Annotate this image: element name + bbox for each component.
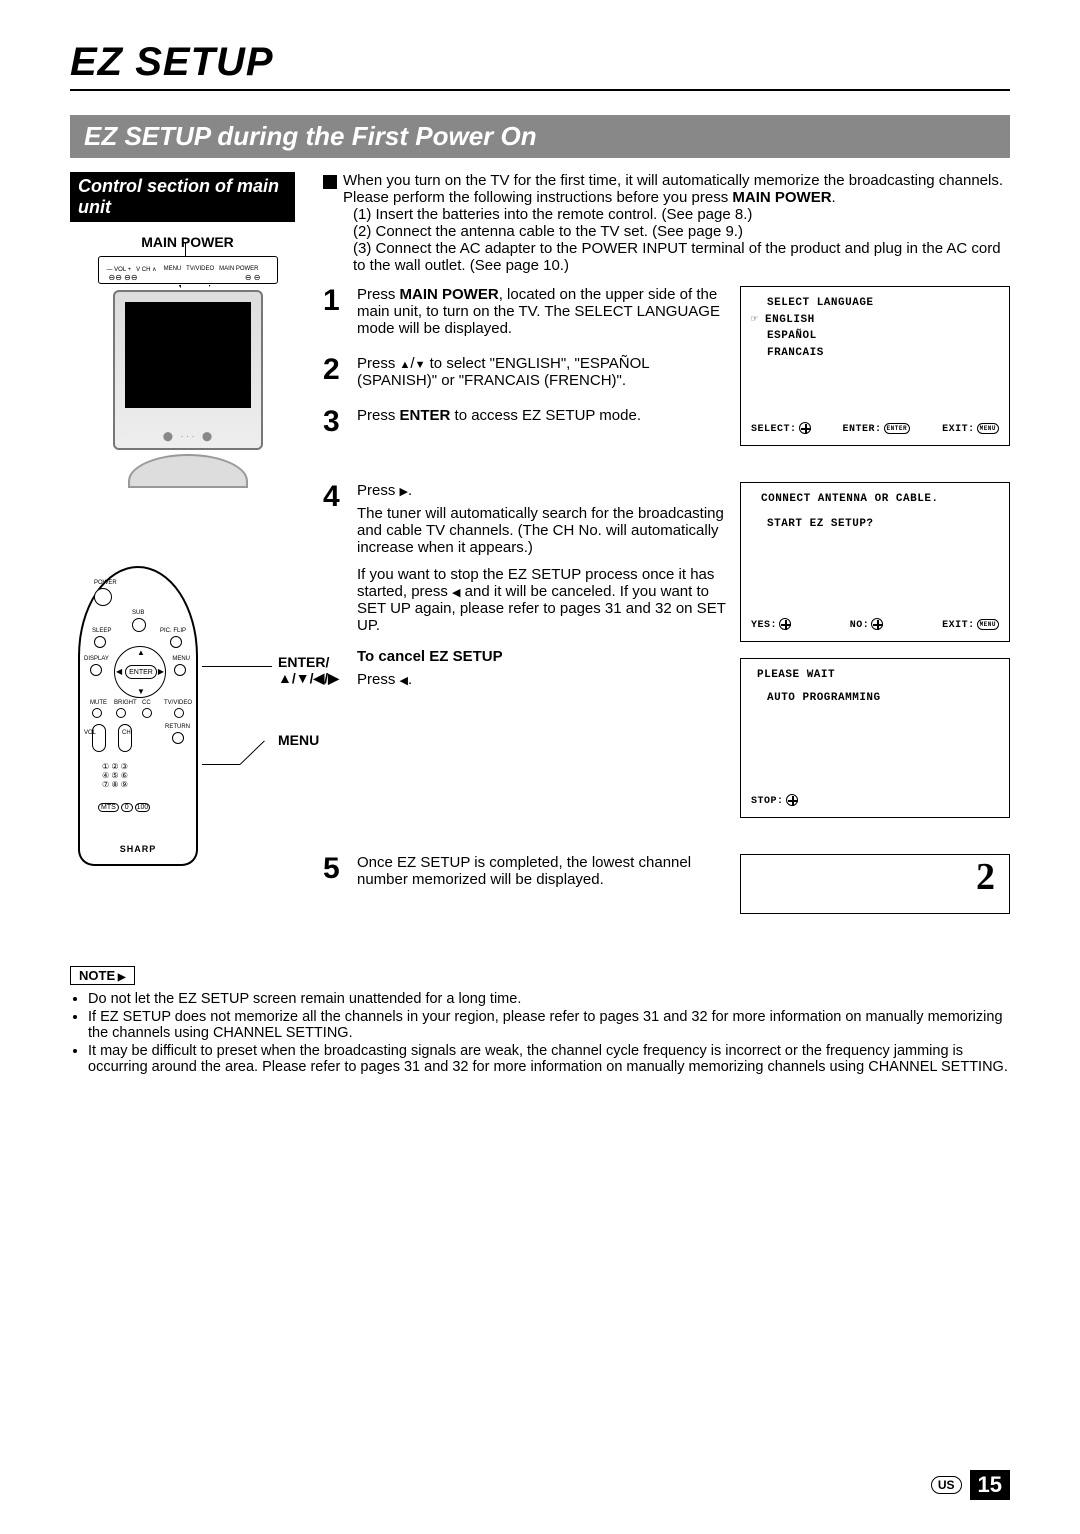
intro-sub-3: (3) Connect the AC adapter to the POWER … [353, 240, 1010, 274]
intro-sub-1: (1) Insert the batteries into the remote… [353, 206, 1010, 223]
tv-illustration: — VOL + V CH ∧ MENU TV/VIDEO MAIN POWER … [70, 256, 305, 526]
osd-please-wait: PLEASE WAIT AUTO PROGRAMMING STOP: [740, 658, 1010, 818]
bullet-square-icon [323, 175, 337, 189]
step-2-number: 2 [323, 355, 357, 389]
note-block: NOTE Do not let the EZ SETUP screen rema… [70, 966, 1010, 1075]
note-bullet-1: Do not let the EZ SETUP screen remain un… [88, 991, 1010, 1007]
right-area: When you turn on the TV for the first ti… [323, 172, 1010, 926]
step-3-text: Press ENTER to access EZ SETUP mode. [357, 407, 740, 437]
step-2-text: Press / to select "ENGLISH", "ESPAÑOL (S… [357, 355, 740, 389]
step-1-text: Press MAIN POWER, located on the upper s… [357, 286, 740, 337]
step-5-number: 5 [323, 854, 357, 888]
arrows-pointer-label: ▲/▼/◀/▶ [278, 670, 339, 687]
step-3-number: 3 [323, 407, 357, 437]
osd-select-language: SELECT LANGUAGE ☞ENGLISH ESPAÑOL FRANCAI… [740, 286, 1010, 446]
intro-line1: When you turn on the TV for the first ti… [343, 172, 1003, 189]
arrow-right-icon [400, 482, 408, 499]
page-number: 15 [970, 1470, 1010, 1500]
intro-block: When you turn on the TV for the first ti… [323, 172, 1010, 274]
control-section-label: Control section of main unit [70, 172, 295, 222]
osd-result-channel: 2 [740, 854, 1010, 914]
dpad-icon [779, 618, 791, 630]
arrow-left-icon [452, 583, 460, 600]
step-1-number: 1 [323, 286, 357, 337]
osd-connect-antenna: CONNECT ANTENNA OR CABLE. START EZ SETUP… [740, 482, 1010, 642]
dpad-icon [786, 794, 798, 806]
page-title: EZ SETUP [70, 40, 1010, 91]
arrow-up-icon [400, 355, 411, 372]
page-footer: US 15 [931, 1470, 1010, 1500]
note-chip: NOTE [70, 966, 135, 985]
note-bullet-2: If EZ SETUP does not memorize all the ch… [88, 1009, 1010, 1041]
arrow-down-icon [415, 355, 426, 372]
arrow-left-icon-2 [400, 671, 408, 688]
region-badge: US [931, 1476, 962, 1494]
remote-illustration: POWER SUB SLEEP PIC. FLIP DISPLAY ENTER … [70, 566, 305, 926]
step-4-text: Press . The tuner will automatically sea… [357, 482, 740, 688]
dpad-icon [799, 422, 811, 434]
menu-pointer-label: MENU [278, 732, 319, 748]
dpad-icon [871, 618, 883, 630]
intro-sub-2: (2) Connect the antenna cable to the TV … [353, 223, 1010, 240]
left-column: Control section of main unit MAIN POWER … [70, 172, 305, 926]
main-power-label: MAIN POWER [70, 234, 305, 250]
section-heading: EZ SETUP during the First Power On [70, 115, 1010, 158]
enter-pointer-label: ENTER/ [278, 654, 339, 670]
cancel-heading: To cancel EZ SETUP [357, 648, 503, 665]
note-bullet-3: It may be difficult to preset when the b… [88, 1043, 1010, 1075]
step-5-text: Once EZ SETUP is completed, the lowest c… [357, 854, 740, 888]
